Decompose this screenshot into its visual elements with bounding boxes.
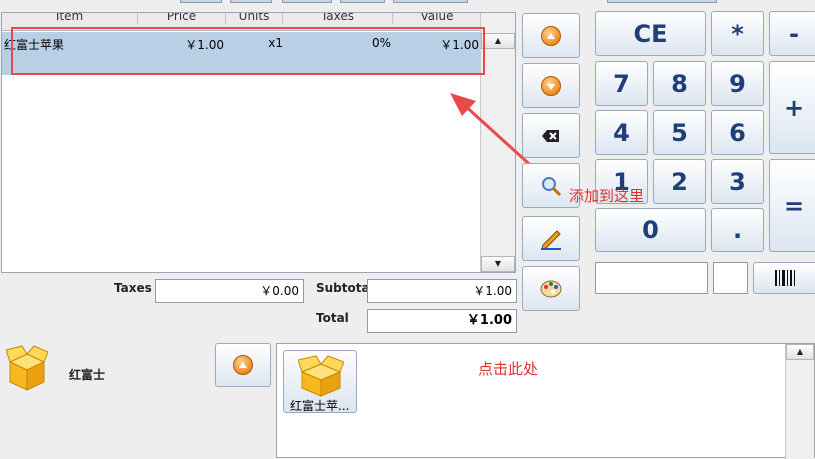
pencil-icon <box>541 229 561 250</box>
key-ce[interactable]: CE <box>595 11 706 56</box>
subtotal-value: ￥1.00 <box>367 279 517 303</box>
key-dot[interactable]: . <box>711 208 764 252</box>
total-label: Total <box>316 311 349 325</box>
annotation-click-here: 点击此处 <box>478 360 539 378</box>
product-box-icon <box>298 355 344 397</box>
category-name: 红富士 <box>69 368 106 382</box>
key-2[interactable]: 2 <box>653 159 706 204</box>
category-back-button[interactable] <box>215 343 271 387</box>
taxes-label: Taxes <box>114 281 152 295</box>
product-button[interactable]: 红富士苹... <box>283 350 357 413</box>
key-plus[interactable]: + <box>769 61 815 154</box>
key-9[interactable]: 9 <box>711 61 764 106</box>
key-4[interactable]: 4 <box>595 110 648 155</box>
edit-line-button[interactable] <box>522 216 580 261</box>
price-input[interactable] <box>595 262 708 294</box>
move-up-button[interactable] <box>522 13 580 58</box>
attributes-button[interactable] <box>522 266 580 311</box>
taxes-value: ￥0.00 <box>155 279 304 303</box>
scroll-up-arrow-icon[interactable]: ▲ <box>786 344 814 360</box>
key-6[interactable]: 6 <box>711 110 764 155</box>
delete-line-button[interactable] <box>522 113 580 158</box>
delete-icon <box>542 129 559 142</box>
subtotal-label: Subtotal <box>316 281 374 295</box>
up-arrow-icon <box>233 355 253 375</box>
barcode-button[interactable] <box>753 262 815 294</box>
annotation-add-here: 添加到这里 <box>569 187 645 205</box>
barcode-icon <box>775 270 795 286</box>
product-label: 红富士苹... <box>290 399 350 413</box>
down-arrow-icon <box>541 75 561 96</box>
key-multiply[interactable]: * <box>711 11 764 56</box>
key-equals[interactable]: = <box>769 159 815 252</box>
category-box-icon <box>6 345 48 391</box>
key-5[interactable]: 5 <box>653 110 706 155</box>
key-3[interactable]: 3 <box>711 159 764 204</box>
key-minus[interactable]: - <box>769 11 815 56</box>
product-panel: 红富士苹... ▲ <box>276 343 815 459</box>
magnifier-icon <box>542 176 562 196</box>
key-7[interactable]: 7 <box>595 61 648 106</box>
product-scrollbar[interactable]: ▲ <box>785 344 814 459</box>
up-arrow-icon <box>541 25 561 46</box>
palette-icon <box>540 280 562 297</box>
units-input[interactable] <box>713 262 748 294</box>
key-0[interactable]: 0 <box>595 208 706 252</box>
total-value: ￥1.00 <box>367 309 517 333</box>
move-down-button[interactable] <box>522 63 580 108</box>
key-8[interactable]: 8 <box>653 61 706 106</box>
